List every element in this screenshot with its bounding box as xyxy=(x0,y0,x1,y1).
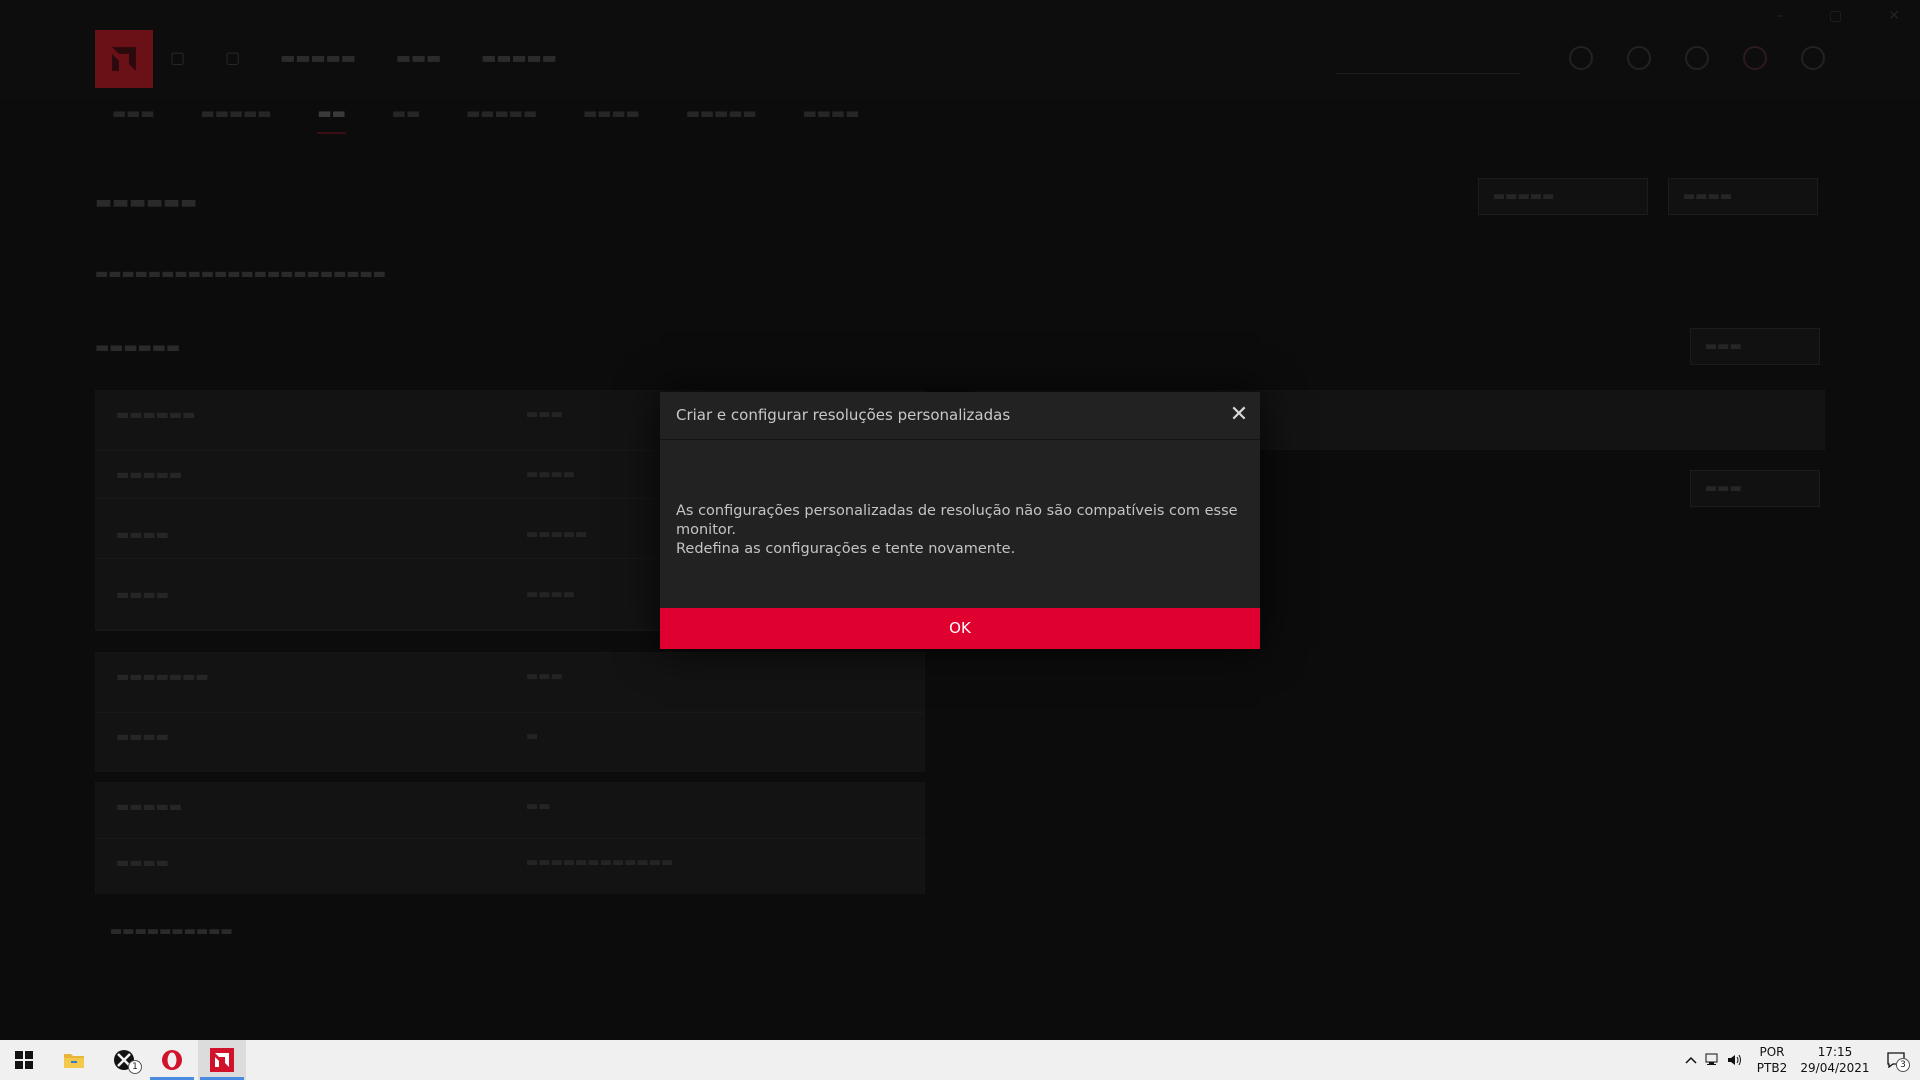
subnav-item: ▬▬▬▬▬ xyxy=(685,104,757,122)
start-button[interactable] xyxy=(0,1040,48,1080)
row-label: ▬▬▬▬ xyxy=(116,527,169,543)
row-value: ▬▬ xyxy=(526,799,551,814)
notification-center-button[interactable]: 3 xyxy=(1872,1040,1920,1080)
row-label: ▬▬▬▬▬▬ xyxy=(116,407,196,423)
subnav-item: ▬▬ xyxy=(391,104,421,122)
top-icon xyxy=(1569,46,1593,70)
amd-logo-icon xyxy=(95,30,153,88)
language-indicator[interactable]: POR PTB2 xyxy=(1746,1044,1798,1076)
dialog-header: Criar e configurar resoluções personaliz… xyxy=(660,392,1260,440)
row-label: ▬▬▬▬▬▬▬ xyxy=(116,669,209,685)
system-tray: POR PTB2 17:15 29/04/2021 3 xyxy=(1680,1040,1920,1080)
row-label: ▬▬▬▬ xyxy=(116,729,169,745)
clock-date: 29/04/2021 xyxy=(1800,1061,1870,1075)
folder-icon xyxy=(64,1054,84,1068)
row-label: ▬▬▬▬▬ xyxy=(116,467,183,483)
taskbar-amd-radeon[interactable] xyxy=(198,1040,246,1080)
bg-settings-panel: ▬▬▬▬▬ ▬▬ ▬▬▬▬ ▬▬▬▬▬▬▬▬▬▬▬▬ xyxy=(95,782,925,894)
taskbar-file-explorer[interactable] xyxy=(50,1040,98,1080)
bg-button: ▬▬▬ xyxy=(1690,470,1820,507)
row-label: ▬▬▬▬ xyxy=(116,855,169,871)
dialog-title: Criar e configurar resoluções personaliz… xyxy=(676,406,1011,424)
subnav-item: ▬▬▬▬ xyxy=(583,104,640,122)
dialog-message: As configurações personalizadas de resol… xyxy=(676,502,1246,559)
dialog-message-line: Redefina as configurações e tente novame… xyxy=(676,541,1016,557)
bg-link: ▬▬▬▬▬▬▬▬▬▬ xyxy=(110,924,233,939)
app-top-icons xyxy=(1569,46,1825,70)
maximize-icon: ▢ xyxy=(1829,8,1843,24)
app-topbar: ▢ ▢ ▬▬▬▬▬ ▬▬▬ ▬▬▬▬▬ – ▢ ✕ xyxy=(0,0,1920,100)
subnav-item-active: ▬▬ xyxy=(317,104,346,134)
nav-blur-item: ▢ xyxy=(170,48,186,67)
clock-time: 17:15 xyxy=(1817,1045,1853,1059)
clock[interactable]: 17:15 29/04/2021 xyxy=(1798,1044,1872,1076)
top-icon xyxy=(1685,46,1709,70)
nav-blur-item: ▬▬▬▬▬ xyxy=(280,48,356,67)
language-bottom: PTB2 xyxy=(1756,1061,1788,1075)
volume-icon[interactable] xyxy=(1724,1040,1746,1080)
row-value: ▬▬▬▬▬ xyxy=(526,527,588,542)
top-icon xyxy=(1627,46,1651,70)
notification-count-badge: 3 xyxy=(1896,1058,1910,1072)
bg-button: ▬▬▬ xyxy=(1690,328,1820,365)
app-main-nav: ▢ ▢ ▬▬▬▬▬ ▬▬▬ ▬▬▬▬▬ xyxy=(170,48,557,67)
bg-row: ▬▬▬▬▬ ▬▬ xyxy=(96,783,924,839)
opera-icon xyxy=(162,1050,182,1070)
bg-button: ▬▬▬▬ xyxy=(1668,178,1818,215)
dialog-message-line: As configurações personalizadas de resol… xyxy=(676,503,1238,538)
bg-row: ▬▬▬▬ ▬▬▬▬▬▬▬▬▬▬▬▬ xyxy=(96,839,924,895)
bg-button: ▬▬▬▬▬ xyxy=(1478,178,1648,215)
subnav-item: ▬▬▬ xyxy=(112,104,155,122)
subnav-item: ▬▬▬▬▬ xyxy=(200,104,272,122)
nav-blur-item: ▬▬▬▬▬ xyxy=(481,48,557,67)
nav-blur-item: ▢ xyxy=(225,48,241,67)
windows-taskbar: 1 POR PTB2 17:15 29/04/2021 3 xyxy=(0,1040,1920,1080)
row-value: ▬▬▬▬ xyxy=(526,587,576,602)
row-value: ▬▬▬ xyxy=(526,669,563,684)
custom-resolution-dialog: Criar e configurar resoluções personaliz… xyxy=(660,392,1260,649)
row-value: ▬▬▬ xyxy=(526,407,563,422)
xbox-badge: 1 xyxy=(128,1060,142,1074)
bg-settings-panel: ▬▬▬▬▬▬▬ ▬▬▬ ▬▬▬▬ ▬ xyxy=(95,652,925,772)
row-value: ▬▬▬▬ xyxy=(526,467,576,482)
top-icon xyxy=(1801,46,1825,70)
ok-button[interactable]: OK xyxy=(660,608,1260,649)
close-icon[interactable]: ✕ xyxy=(1226,402,1252,428)
tray-overflow-chevron-icon[interactable] xyxy=(1680,1040,1702,1080)
bg-row: ▬▬▬▬ ▬ xyxy=(96,713,924,773)
window-controls: – ▢ ✕ xyxy=(1776,8,1900,24)
amd-icon xyxy=(210,1048,234,1072)
app-sub-nav: ▬▬▬ ▬▬▬▬▬ ▬▬ ▬▬ ▬▬▬▬▬ ▬▬▬▬ ▬▬▬▬▬ ▬▬▬▬ xyxy=(112,104,859,134)
taskbar-xbox[interactable]: 1 xyxy=(100,1040,148,1080)
subnav-item: ▬▬▬▬▬ xyxy=(466,104,537,122)
app-search-input xyxy=(1335,42,1520,74)
row-value: ▬ xyxy=(526,729,539,744)
subnav-item: ▬▬▬▬ xyxy=(802,104,860,122)
nav-blur-item: ▬▬▬ xyxy=(395,48,442,67)
section-heading: ▬▬▬▬▬▬ xyxy=(95,192,198,213)
row-label: ▬▬▬▬▬ xyxy=(116,799,183,815)
language-top: POR xyxy=(1759,1045,1785,1059)
taskbar-opera[interactable] xyxy=(148,1040,196,1080)
row-label: ▬▬▬▬ xyxy=(116,587,169,603)
row-value: ▬▬▬▬▬▬▬▬▬▬▬▬ xyxy=(526,855,674,870)
windows-logo-icon xyxy=(15,1051,33,1069)
bg-row: ▬▬▬▬▬▬▬ ▬▬▬ xyxy=(96,653,924,713)
minimize-icon: – xyxy=(1776,8,1784,24)
section-subheading: ▬▬▬▬▬▬▬▬▬▬▬▬▬▬▬▬▬▬▬▬▬▬ xyxy=(95,266,387,282)
section-label: ▬▬▬▬▬▬ xyxy=(95,338,181,356)
settings-gear-icon xyxy=(1743,46,1767,70)
close-window-icon: ✕ xyxy=(1888,8,1900,24)
network-icon[interactable] xyxy=(1702,1040,1724,1080)
